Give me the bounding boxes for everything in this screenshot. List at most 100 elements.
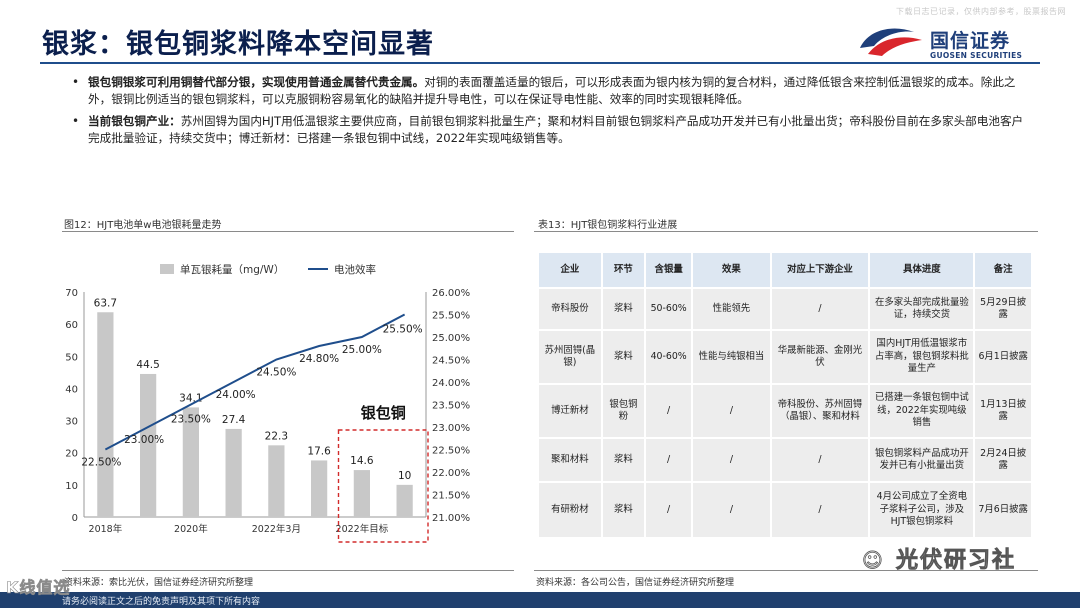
silver-consumption-chart: 单瓦银耗量（mg/W） 电池效率 0 10 20 30 40 50 60 70 21.00% 21.5…	[65, 263, 470, 543]
y-left-tick-label: 40	[65, 384, 78, 395]
table-row: 帝科股份 浆料 50-60% 性能领先 / 在多家头部完成批量验证，持续交货 5…	[539, 289, 1031, 329]
bullet-dot-icon: •	[72, 114, 80, 128]
table-cell: 4月公司成立了全资电子浆料子公司，涉及HJT银包铜浆料	[870, 483, 974, 537]
x-tick-label: 2020年	[174, 523, 208, 535]
figure-title: 图12：HJT电池单w电池银耗量走势	[64, 220, 222, 231]
bullet-item: • 当前银包铜产业：苏州固锝为国内HJT用低温银浆主要供应商，目前银包铜浆料批量…	[72, 113, 1032, 146]
table-cell: 苏州固锝(晶银)	[539, 331, 601, 383]
bar	[97, 312, 114, 517]
table-header-cell: 对应上下游企业	[771, 253, 869, 287]
table-cell: 聚和材料	[539, 439, 601, 481]
table-cell: /	[693, 483, 770, 537]
table-source: 资料来源：各公司公告，国信证券经济研究所整理	[536, 578, 735, 588]
y-left-tick-label: 30	[65, 417, 78, 428]
bullet-list: • 银包铜银浆可利用铜替代部分银，实现使用普通金属替代贵金属。对铜的表面覆盖适量…	[72, 74, 1032, 152]
y-left-tick-label: 70	[65, 288, 78, 299]
bar-data-label: 34.1	[179, 392, 202, 404]
table-row: 博迁新材 银包铜粉 / / 帝科股份、苏州固锝（晶银）、聚和材料 已搭建一条银包…	[539, 385, 1031, 437]
table-header-cell: 备注	[975, 253, 1031, 287]
bar	[268, 445, 285, 517]
bar-data-label: 27.4	[222, 414, 246, 426]
watermark-right-text: 光伏研习社	[896, 548, 1017, 574]
line-data-label: 24.50%	[256, 367, 296, 379]
bullet-dot-icon: •	[72, 75, 80, 89]
y-right-tick-label: 26.00%	[432, 288, 470, 299]
y-right-tick-label: 25.00%	[432, 333, 470, 344]
bar	[353, 470, 370, 517]
bar-data-label: 22.3	[265, 430, 288, 442]
table-cell: 浆料	[602, 331, 644, 383]
table-cell: 性能与纯银相当	[693, 331, 770, 383]
table-cell: 1月13日披露	[975, 385, 1031, 437]
line-data-label: 24.00%	[216, 389, 256, 401]
table-cell: /	[645, 439, 692, 481]
table-title-divider	[534, 231, 1038, 232]
watermark-left: K线值选	[6, 578, 71, 598]
legend-swatch-bar	[160, 264, 174, 274]
bar	[225, 428, 242, 517]
table-cell: 6月1日披露	[975, 331, 1031, 383]
y-right-tick-label: 22.50%	[432, 446, 470, 457]
figure-title-divider	[62, 231, 514, 232]
table-cell: 50-60%	[645, 289, 692, 329]
table-cell: 性能领先	[693, 289, 770, 329]
table-cell: /	[771, 439, 869, 481]
legend-label-line: 电池效率	[334, 263, 376, 276]
table-header-cell: 含银量	[645, 253, 692, 287]
industry-progress-table: 企业 环节 含银量 效果 对应上下游企业 具体进度 备注 帝科股份 浆料 50-…	[537, 251, 1033, 539]
table-cell: 银包铜粉	[602, 385, 644, 437]
table-header-cell: 具体进度	[870, 253, 974, 287]
bar	[396, 484, 413, 517]
line-data-label: 25.50%	[383, 324, 423, 336]
figure-source: 资料来源：索比光伏，国信证券经济研究所整理	[64, 578, 254, 588]
table-cell: /	[771, 289, 869, 329]
table-title: 表13：HJT银包铜浆料行业进展	[538, 220, 678, 231]
line-data-label: 22.50%	[81, 457, 121, 469]
y-right-tick-label: 21.50%	[432, 491, 470, 502]
guosen-logo-icon	[860, 28, 922, 56]
table-header-row: 企业 环节 含银量 效果 对应上下游企业 具体进度 备注	[539, 253, 1031, 287]
bullet-item: • 银包铜银浆可利用铜替代部分银，实现使用普通金属替代贵金属。对铜的表面覆盖适量…	[72, 74, 1032, 107]
table-cell: /	[645, 483, 692, 537]
legend-label-bar: 单瓦银耗量（mg/W）	[180, 263, 284, 276]
table-cell: 有研粉材	[539, 483, 601, 537]
y-left-tick-label: 50	[65, 352, 78, 363]
logo-text-en: GUOSEN SECURITIES	[930, 51, 1023, 60]
x-tick-label: 2022年3月	[252, 523, 301, 535]
table-cell: 40-60%	[645, 331, 692, 383]
table-cell: /	[771, 483, 869, 537]
table-cell: 华晟新能源、金刚光伏	[771, 331, 869, 383]
y-right-tick-label: 22.00%	[432, 468, 470, 479]
line-data-label: 25.00%	[342, 344, 382, 356]
bar-data-label: 14.6	[350, 455, 374, 467]
table-row: 苏州固锝(晶银) 浆料 40-60% 性能与纯银相当 华晟新能源、金刚光伏 国内…	[539, 331, 1031, 383]
table-row: 有研粉材 浆料 / / / 4月公司成立了全资电子浆料子公司，涉及HJT银包铜浆…	[539, 483, 1031, 537]
line-data-label: 24.80%	[299, 353, 339, 365]
table-cell: 5月29日披露	[975, 289, 1031, 329]
x-tick-label: 2022年目标	[336, 523, 389, 535]
table-cell: 在多家头部完成批量验证，持续交货	[870, 289, 974, 329]
table-cell: 7月6日披露	[975, 483, 1031, 537]
table-cell: /	[645, 385, 692, 437]
y-left-tick-label: 0	[72, 513, 78, 524]
y-right-tick-label: 23.00%	[432, 423, 470, 434]
table-cell: /	[693, 385, 770, 437]
table-cell: /	[693, 439, 770, 481]
table-cell: 银包铜浆料产品成功开发并已有小批量出货	[870, 439, 974, 481]
table-cell: 帝科股份、苏州固锝（晶银）、聚和材料	[771, 385, 869, 437]
table-cell: 浆料	[602, 439, 644, 481]
figure-source-divider	[62, 570, 514, 571]
bullet-bold-text: 当前银包铜产业：	[88, 114, 181, 128]
y-left-tick-label: 20	[65, 449, 78, 460]
top-watermark: 下载日志已记录，仅供内部参考，股票报告网	[896, 7, 1066, 16]
table-row: 聚和材料 浆料 / / / 银包铜浆料产品成功开发并已有小批量出货 2月24日披…	[539, 439, 1031, 481]
page-title: 银浆：银包铜浆料降本空间显著	[42, 29, 434, 60]
y-right-tick-label: 23.50%	[432, 401, 470, 412]
table-header-cell: 企业	[539, 253, 601, 287]
table-cell: 浆料	[602, 483, 644, 537]
line-data-label: 23.00%	[124, 434, 164, 446]
y-right-tick-label: 24.00%	[432, 378, 470, 389]
table-cell: 2月24日披露	[975, 439, 1031, 481]
table-cell: 浆料	[602, 289, 644, 329]
y-right-tick-label: 21.00%	[432, 513, 470, 524]
